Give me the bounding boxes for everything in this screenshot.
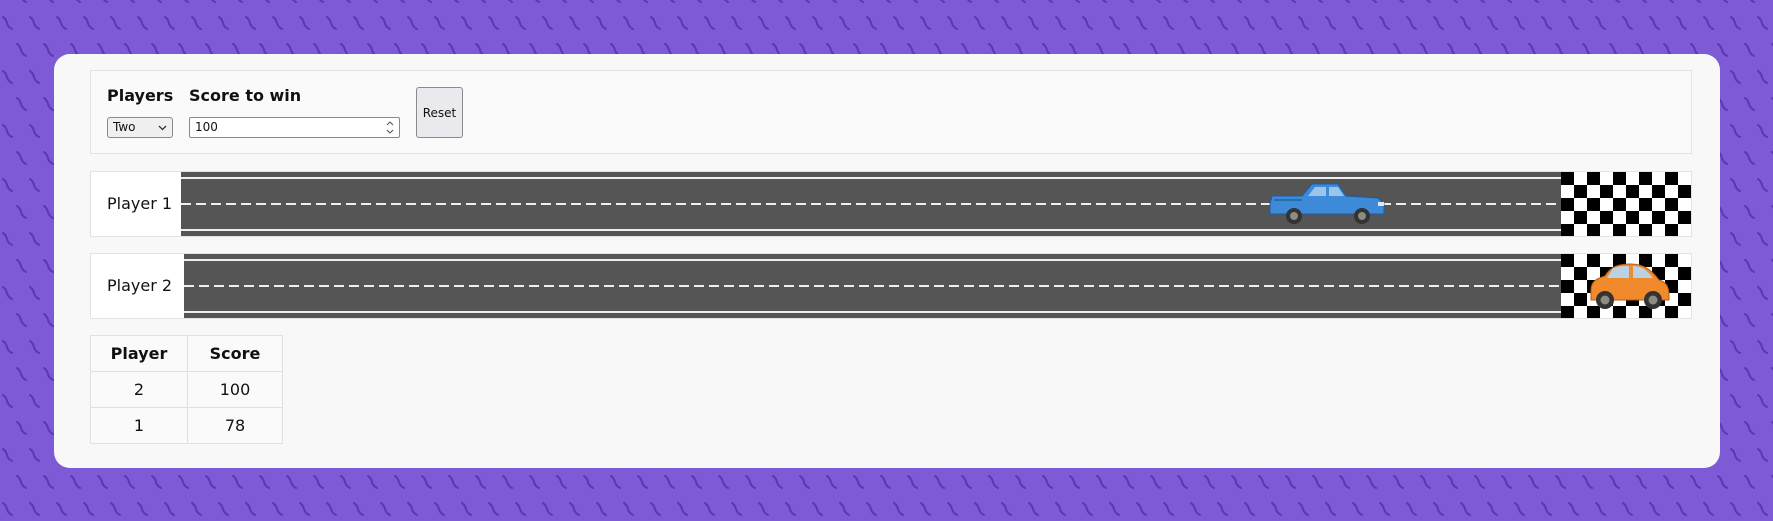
lane-label-player-1: Player 1	[107, 194, 173, 213]
header-score: Score	[187, 335, 283, 372]
finish-line-checkered	[1561, 172, 1691, 236]
players-select[interactable]: Two	[107, 117, 173, 138]
score-to-win-label: Score to win	[189, 86, 302, 105]
game-card: Players Two Score to win 100 Reset Playe…	[54, 54, 1720, 468]
lane-label-player-2: Player 2	[107, 276, 173, 295]
table-row: 2 100	[90, 371, 283, 408]
controls-panel: Players Two Score to win 100 Reset	[90, 70, 1692, 154]
players-label: Players	[107, 86, 174, 105]
lane-player-2: Player 2	[90, 253, 1692, 319]
chevron-down-icon	[158, 125, 167, 131]
row-score: 100	[187, 371, 283, 408]
row-score: 78	[187, 407, 283, 444]
reset-button[interactable]: Reset	[416, 87, 463, 138]
table-row: 1 78	[90, 407, 283, 444]
orange-compact-car-icon	[1590, 263, 1670, 309]
score-to-win-value: 100	[195, 120, 218, 134]
header-player: Player	[90, 335, 188, 372]
scoreboard-header-row: Player Score	[90, 335, 283, 372]
scoreboard-table: Player Score 2 100 1 78	[90, 335, 283, 444]
road-track	[184, 254, 1563, 318]
spinner-arrows-icon[interactable]	[384, 119, 396, 136]
players-select-value: Two	[113, 120, 136, 134]
lane-player-1: Player 1	[90, 171, 1692, 237]
row-player: 1	[90, 407, 188, 444]
blue-pickup-truck-icon	[1269, 183, 1385, 224]
row-player: 2	[90, 371, 188, 408]
score-to-win-input[interactable]: 100	[189, 117, 400, 138]
